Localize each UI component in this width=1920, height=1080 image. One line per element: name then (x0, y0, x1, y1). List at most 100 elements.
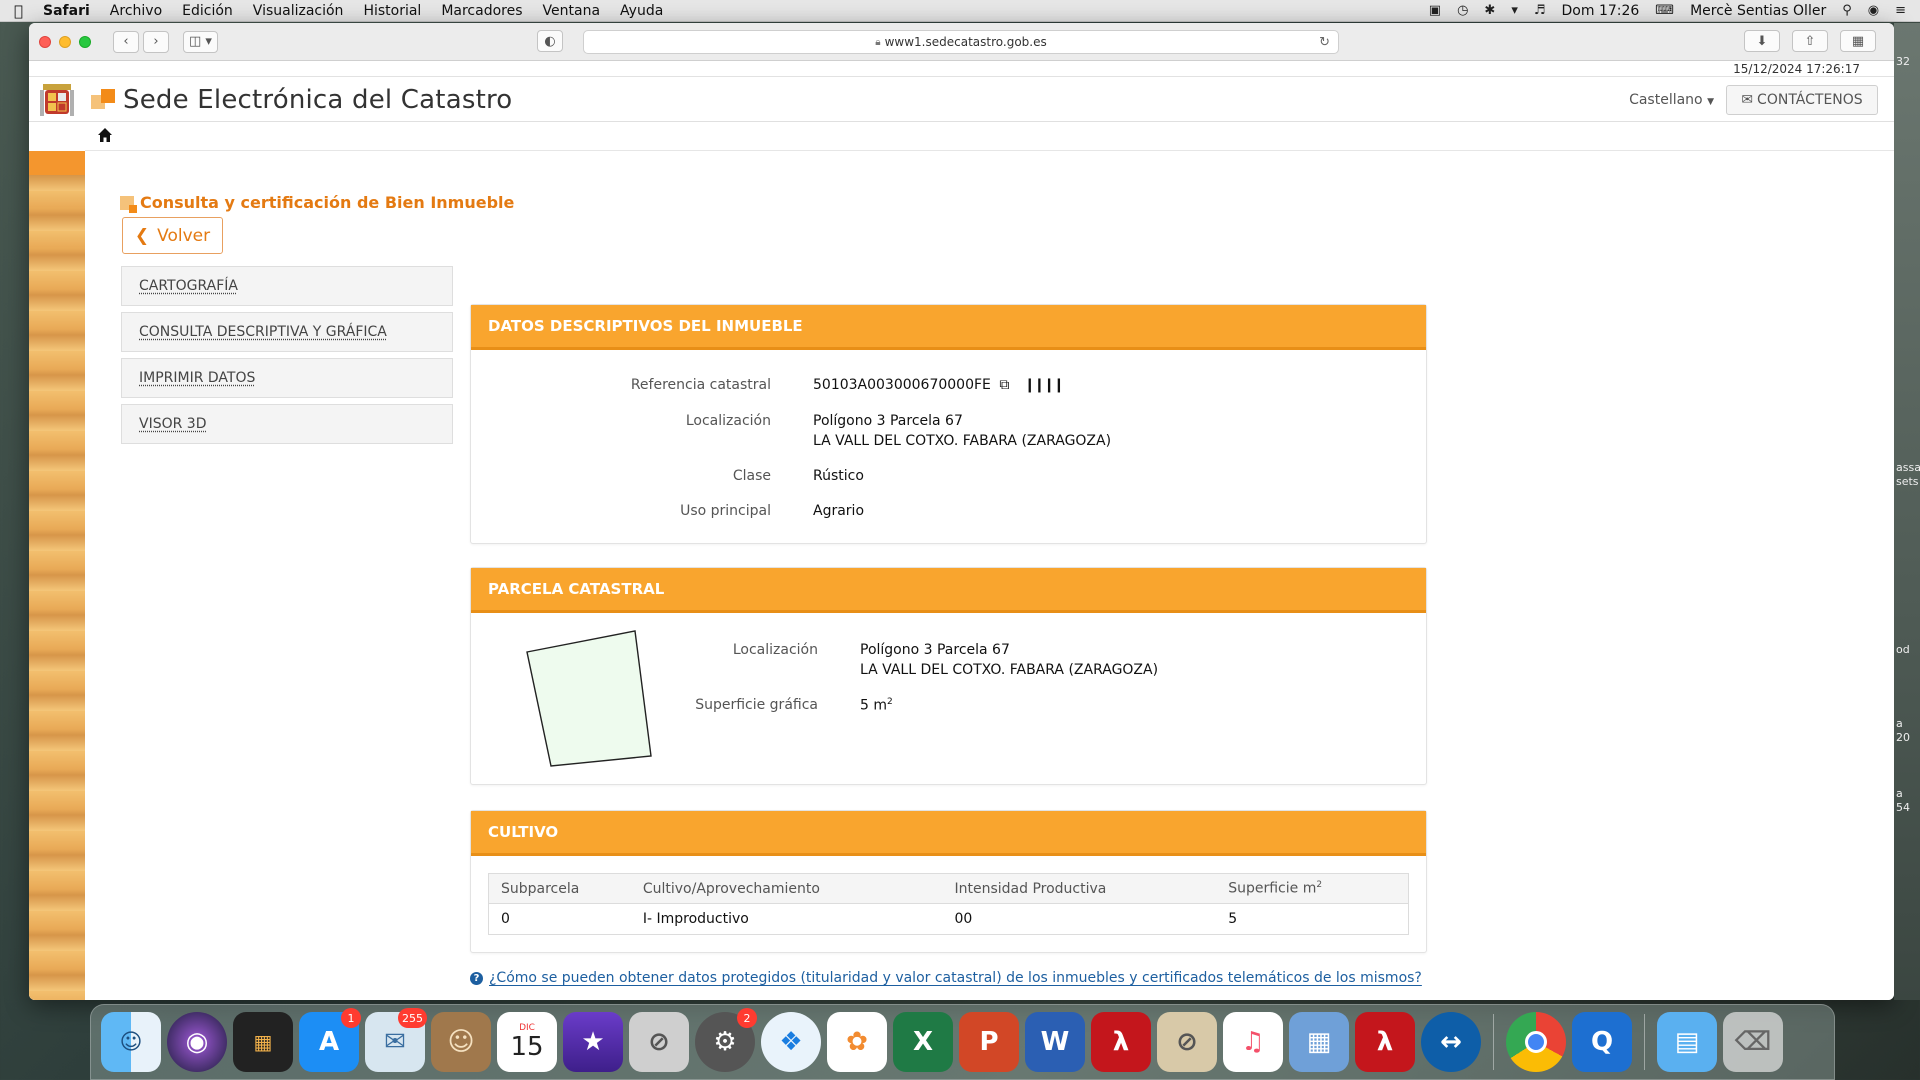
teamviewer-icon[interactable]: ↔ (1421, 1012, 1481, 1072)
word-icon[interactable]: W (1025, 1012, 1085, 1072)
site-title[interactable]: Sede Electrónica del Catastro (123, 85, 512, 115)
parcela-localizacion-line1: Polígono 3 Parcela 67 (860, 642, 1010, 658)
quicktime-icon[interactable]: Q (1572, 1012, 1632, 1072)
blocked-app-icon-2[interactable]: ⊘ (1157, 1012, 1217, 1072)
edge-chip-6: 20 (1896, 731, 1910, 744)
contact-button[interactable]: ✉ CONTÁCTENOS (1726, 84, 1878, 115)
date-bar: 15/12/2024 17:26:17 (29, 61, 1894, 77)
menu-edicion[interactable]: Edición (182, 3, 233, 19)
spotlight-search-icon[interactable]: ⚲ (1842, 3, 1852, 18)
edge-chip-7: a (1896, 787, 1903, 800)
macos-dock: ☺ ◉ ▦ A1 ✉ 255 ☺ DIC 15 ★ ⊘ ⚙ 2 ❖ ✿ X P W … (90, 1004, 1835, 1080)
clase-label: Clase (732, 468, 771, 484)
menu-app-name[interactable]: Safari (43, 3, 90, 19)
sidenav-item-cartografia[interactable]: CARTOGRAFÍA (121, 266, 453, 306)
reload-icon[interactable]: ↻ (1319, 35, 1330, 50)
tab-overview-icon[interactable]: ▦ (1840, 30, 1876, 52)
sidebar-toggle-icon[interactable]: ◫ ▾ (183, 30, 218, 53)
apple-menu-icon[interactable]:  (14, 2, 23, 20)
contacts-icon[interactable]: ☺ (431, 1012, 491, 1072)
chrome-icon[interactable] (1506, 1012, 1566, 1072)
screen-mirroring-icon[interactable]: ▣ (1429, 3, 1441, 18)
finder-icon[interactable]: ☺ (101, 1012, 161, 1072)
music-icon[interactable]: ♫ (1223, 1012, 1283, 1072)
contact-label: CONTÁCTENOS (1757, 91, 1863, 108)
dock-separator (1493, 1014, 1494, 1070)
menu-ventana[interactable]: Ventana (543, 3, 601, 19)
superficie-exponent: 2 (887, 697, 893, 707)
mission-control-icon[interactable]: ▦ (233, 1012, 293, 1072)
parcela-localizacion-label: Localización (732, 642, 818, 658)
macos-menubar:  Safari Archivo Edición Visualización H… (0, 0, 1920, 22)
ref-catastral-text: 50103A003000670000FE (813, 377, 991, 393)
volume-icon[interactable]: ♬ (1534, 3, 1546, 18)
page-title: Consulta y certificación de Bien Inmuebl… (120, 193, 514, 213)
edge-chip-2: assa (1896, 461, 1920, 474)
mail-icon[interactable]: ✉ 255 (365, 1008, 427, 1072)
lock-icon: 🔒︎ (875, 36, 881, 48)
edge-chip-4: od (1896, 643, 1910, 656)
cultivo-header: CULTIVO (471, 811, 1426, 856)
zoom-window-button[interactable] (79, 35, 91, 48)
sidenav-item-consulta-descriptiva[interactable]: CONSULTA DESCRIPTIVA Y GRÁFICA (121, 312, 453, 352)
menu-visualizacion[interactable]: Visualización (253, 3, 344, 19)
back-button-label: Volver (157, 225, 211, 246)
address-bar[interactable]: 🔒︎ www1.sedecatastro.gob.es ↻ (583, 30, 1339, 54)
trash-icon[interactable]: ⌫ (1723, 1012, 1783, 1072)
privacy-shield-icon[interactable]: ◐ (537, 30, 563, 52)
datos-descriptivos-header: DATOS DESCRIPTIVOS DEL INMUEBLE (471, 305, 1426, 350)
close-window-button[interactable] (39, 35, 51, 48)
menu-marcadores[interactable]: Marcadores (441, 3, 522, 19)
col-superficie-exponent: 2 (1316, 880, 1323, 891)
back-button[interactable]: ❮ Volver (122, 217, 223, 254)
menu-historial[interactable]: Historial (363, 3, 421, 19)
menu-ayuda[interactable]: Ayuda (620, 3, 663, 19)
barcode-icon[interactable]: ❙❙❙❙ (1024, 377, 1065, 393)
acrobat-reader-icon[interactable]: λ (1355, 1012, 1415, 1072)
sidenav-item-imprimir-datos[interactable]: IMPRIMIR DATOS (121, 358, 453, 398)
acrobat-icon[interactable]: λ (1091, 1012, 1151, 1072)
excel-icon[interactable]: X (893, 1012, 953, 1072)
minimize-window-button[interactable] (59, 35, 71, 48)
wifi-icon[interactable]: ▾ (1511, 3, 1518, 18)
sidenav-item-visor-3d[interactable]: VISOR 3D (121, 404, 453, 444)
copy-icon[interactable]: ⧉ (999, 377, 1009, 393)
spain-coat-of-arms-logo[interactable] (33, 78, 81, 122)
menubar-clock[interactable]: Dom 17:26 (1562, 3, 1640, 19)
preview-icon[interactable]: ▦ (1289, 1012, 1349, 1072)
superficie-grafica-value: 5 m2 (860, 697, 893, 714)
share-icon[interactable]: ⇧ (1792, 30, 1828, 52)
forward-nav-icon[interactable]: › (143, 30, 169, 53)
calendar-icon[interactable]: DIC 15 (497, 1012, 557, 1072)
blocked-app-icon[interactable]: ⊘ (629, 1012, 689, 1072)
photos-icon[interactable]: ✿ (827, 1012, 887, 1072)
imovie-icon[interactable]: ★ (563, 1012, 623, 1072)
table-header-row: Subparcela Cultivo/Aprovechamiento Inten… (489, 874, 1408, 904)
safari-icon[interactable]: ❖ (761, 1012, 821, 1072)
desktop-edge: 32 assa sets od a 20 a 54 (1894, 23, 1920, 1000)
menubar-user[interactable]: Mercè Sentias Oller (1690, 3, 1826, 19)
bluetooth-icon[interactable]: ✱ (1484, 3, 1495, 18)
datos-descriptivos-panel: DATOS DESCRIPTIVOS DEL INMUEBLE Referenc… (470, 304, 1427, 544)
control-center-icon[interactable]: ≡ (1895, 3, 1906, 18)
datos-protegidos-help-link[interactable]: ? ¿Cómo se pueden obtener datos protegid… (470, 970, 1422, 986)
home-icon[interactable] (97, 127, 113, 143)
web-page: 15/12/2024 17:26:17 Sede Electrónica del… (29, 61, 1894, 1000)
parcela-catastral-header: PARCELA CATASTRAL (471, 568, 1426, 613)
powerpoint-icon[interactable]: P (959, 1012, 1019, 1072)
localizacion-value: Polígono 3 Parcela 67 LA VALL DEL COTXO.… (813, 413, 1111, 449)
col-superficie: Superficie m2 (1228, 880, 1408, 897)
cell-superficie: 5 (1228, 911, 1238, 927)
menu-archivo[interactable]: Archivo (110, 3, 162, 19)
app-store-icon[interactable]: A1 (299, 1008, 361, 1072)
downloads-icon[interactable]: ⬇ (1744, 30, 1780, 52)
siri-dock-icon[interactable]: ◉ (167, 1012, 227, 1072)
system-preferences-icon[interactable]: ⚙ 2 (695, 1008, 757, 1072)
site-datestamp: 15/12/2024 17:26:17 (1733, 62, 1860, 76)
siri-icon[interactable]: ◉ (1868, 3, 1879, 18)
language-selector[interactable]: Castellano ▼ (1629, 92, 1714, 108)
back-nav-icon[interactable]: ‹ (113, 30, 139, 53)
time-machine-icon[interactable]: ◷ (1457, 3, 1468, 18)
applications-folder-icon[interactable]: ▤ (1657, 1012, 1717, 1072)
keyboard-icon[interactable]: ⌨ (1655, 3, 1674, 18)
